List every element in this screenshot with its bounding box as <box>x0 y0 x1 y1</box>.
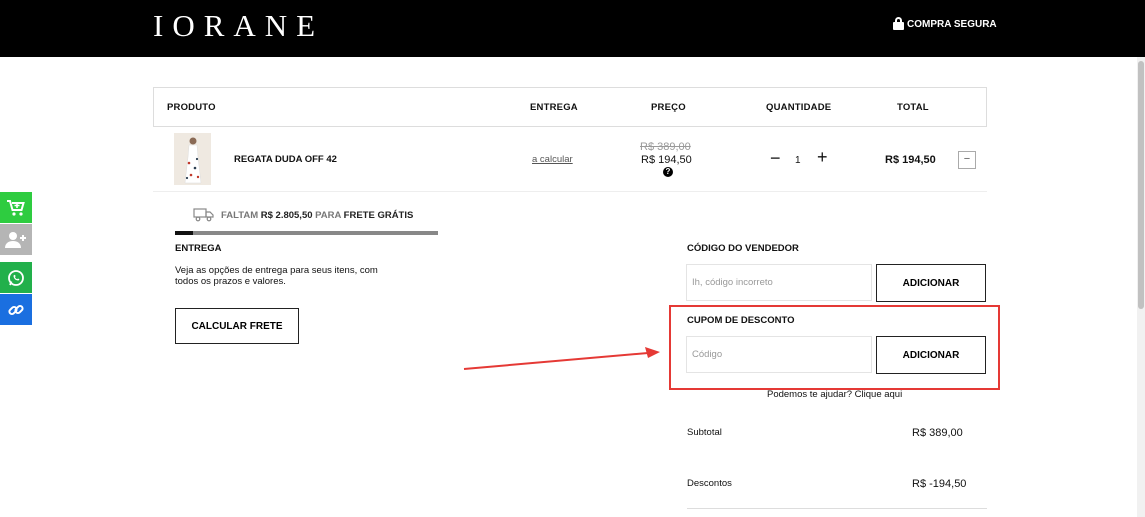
shipping-section-title: ENTREGA <box>175 243 222 254</box>
qty-decrease-button[interactable]: − <box>770 149 781 167</box>
floating-whatsapp-button[interactable] <box>0 262 32 293</box>
discount-label: Descontos <box>687 478 732 489</box>
seller-code-input[interactable]: Ih, código incorreto <box>686 264 872 301</box>
floating-add-user-button[interactable] <box>0 224 32 255</box>
original-price: R$ 389,00 <box>640 141 691 153</box>
sale-price: R$ 194,50 <box>641 154 692 166</box>
site-header: IORANE COMPRA SEGURA <box>0 0 1145 57</box>
col-produto: PRODUTO <box>167 102 216 113</box>
annotation-arrow <box>463 347 660 370</box>
summary-divider <box>687 508 987 509</box>
cart-table-header: PRODUTO ENTREGA PREÇO QUANTIDADE TOTAL <box>153 87 987 127</box>
page-scrollbar[interactable] <box>1137 57 1145 517</box>
free-shipping-amount: R$ 2.805,50 <box>260 210 313 221</box>
subtotal-value: R$ 389,00 <box>912 427 963 439</box>
coupon-title: CUPOM DE DESCONTO <box>687 315 795 326</box>
floating-link-button[interactable] <box>0 294 32 325</box>
price-help-icon[interactable]: ? <box>663 167 673 177</box>
free-shipping-message: FALTAM R$ 2.805,50 PARA FRETE GRÁTIS <box>221 210 413 221</box>
whatsapp-icon <box>8 269 24 286</box>
brand-logo[interactable]: IORANE <box>153 8 324 44</box>
seller-code-title: CÓDIGO DO VENDEDOR <box>687 243 799 254</box>
cart-icon <box>7 199 25 216</box>
link-icon <box>8 304 24 315</box>
floating-cart-button[interactable] <box>0 192 32 223</box>
discount-value: R$ -194,50 <box>912 478 967 490</box>
truck-icon <box>193 207 215 227</box>
free-shipping-progress-fill <box>175 231 194 235</box>
free-shipping-suffix: FRETE GRÁTIS <box>343 210 414 221</box>
shipping-calc-link[interactable]: a calcular <box>532 154 573 165</box>
add-user-icon <box>5 231 26 248</box>
secure-purchase-badge: COMPRA SEGURA <box>893 17 997 31</box>
free-shipping-progress <box>175 231 438 235</box>
product-thumbnail[interactable] <box>174 133 211 185</box>
row-divider <box>153 191 987 192</box>
col-preco: PREÇO <box>651 102 686 113</box>
col-total: TOTAL <box>897 102 929 113</box>
scrollbar-thumb[interactable] <box>1138 61 1144 309</box>
coupon-input[interactable]: Código <box>686 336 872 373</box>
subtotal-label: Subtotal <box>687 427 722 438</box>
coupon-add-button[interactable]: ADICIONAR <box>876 336 986 374</box>
remove-item-button[interactable]: − <box>958 151 976 169</box>
shipping-section-description: Veja as opções de entrega para seus iten… <box>175 265 378 287</box>
help-link[interactable]: Podemos te ajudar? Clique aqui <box>767 389 902 400</box>
item-total: R$ 194,50 <box>885 154 936 166</box>
col-quantidade: QUANTIDADE <box>766 102 832 113</box>
qty-value: 1 <box>795 155 801 166</box>
free-shipping-middle: PARA <box>315 210 342 221</box>
qty-increase-button[interactable]: + <box>817 148 828 166</box>
secure-purchase-label: COMPRA SEGURA <box>907 18 997 30</box>
col-entrega: ENTREGA <box>530 102 578 113</box>
lock-icon <box>893 17 904 31</box>
free-shipping-prefix: FALTAM <box>221 210 259 221</box>
calculate-shipping-button[interactable]: CALCULAR FRETE <box>175 308 299 344</box>
seller-code-add-button[interactable]: ADICIONAR <box>876 264 986 302</box>
cart-table: PRODUTO ENTREGA PREÇO QUANTIDADE TOTAL <box>153 87 987 192</box>
product-name[interactable]: REGATA DUDA OFF 42 <box>234 154 337 165</box>
